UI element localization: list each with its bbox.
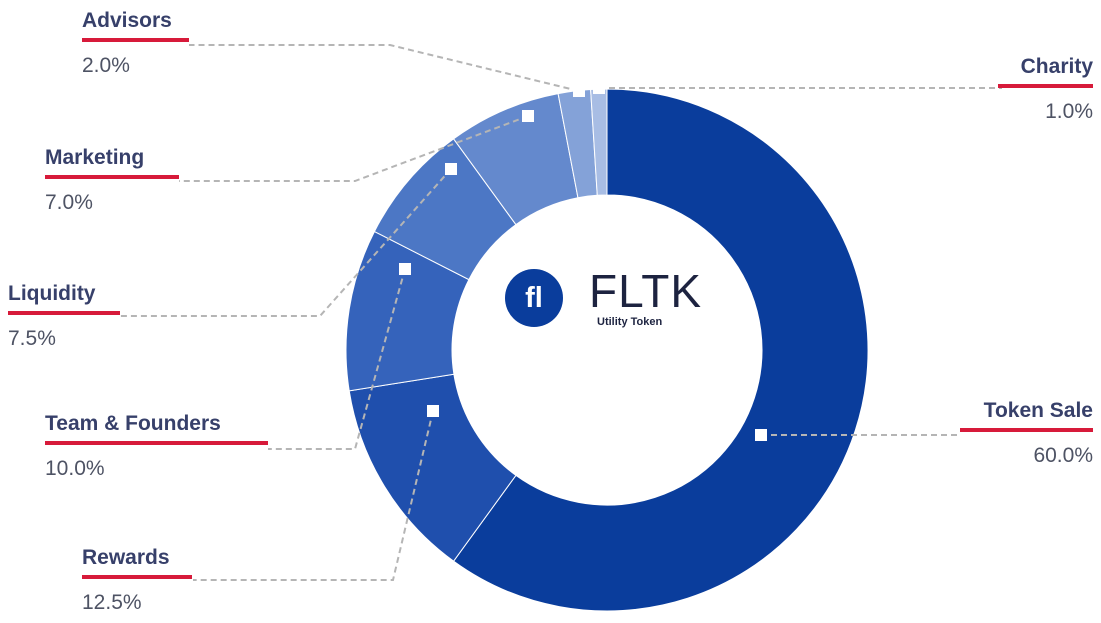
label-liquidity: Liquidity 7.5%: [8, 282, 120, 351]
label-charity: Charity 1.0%: [998, 55, 1093, 124]
accent-underline: [45, 175, 179, 179]
label-team-founders: Team & Founders 10.0%: [45, 412, 268, 481]
slice-marker: [573, 85, 585, 97]
slice-marker: [593, 82, 605, 94]
slice-marker: [427, 405, 439, 417]
slice-percent: 1.0%: [1045, 100, 1093, 123]
slice-percent: 2.0%: [82, 54, 130, 77]
accent-underline: [82, 38, 189, 42]
slice-name: Token Sale: [983, 399, 1093, 422]
accent-underline: [82, 575, 192, 579]
slice-name: Rewards: [82, 546, 170, 569]
slice-marker: [445, 163, 457, 175]
slice-marker: [522, 110, 534, 122]
label-rewards: Rewards 12.5%: [82, 546, 192, 615]
token-title: FLTK: [589, 265, 703, 317]
label-token-sale: Token Sale 60.0%: [960, 399, 1093, 468]
slice-marker: [755, 429, 767, 441]
slice-percent: 7.0%: [45, 191, 93, 214]
slice-percent: 7.5%: [8, 327, 56, 350]
allocation-chart: fl FLTK Utility Token Token Sale 60.0% R…: [0, 0, 1101, 623]
slice-percent: 60.0%: [1033, 444, 1093, 467]
slice-marker: [399, 263, 411, 275]
token-subtitle: Utility Token: [597, 316, 663, 328]
slice-percent: 12.5%: [82, 591, 142, 614]
accent-underline: [8, 311, 120, 315]
slice-name: Liquidity: [8, 282, 96, 305]
slice-percent: 10.0%: [45, 457, 105, 480]
accent-underline: [45, 441, 268, 445]
leader-line: [189, 44, 580, 92]
accent-underline: [998, 84, 1093, 88]
center-logo: fl FLTK Utility Token: [505, 262, 715, 334]
accent-underline: [960, 428, 1093, 432]
label-marketing: Marketing 7.0%: [45, 146, 179, 215]
slice-name: Marketing: [45, 146, 145, 169]
label-advisors: Advisors 2.0%: [82, 9, 189, 78]
logo-icon: fl: [505, 269, 563, 327]
slice-name: Team & Founders: [45, 412, 221, 435]
slice-name: Advisors: [82, 9, 172, 32]
slice-name: Charity: [1020, 55, 1093, 78]
